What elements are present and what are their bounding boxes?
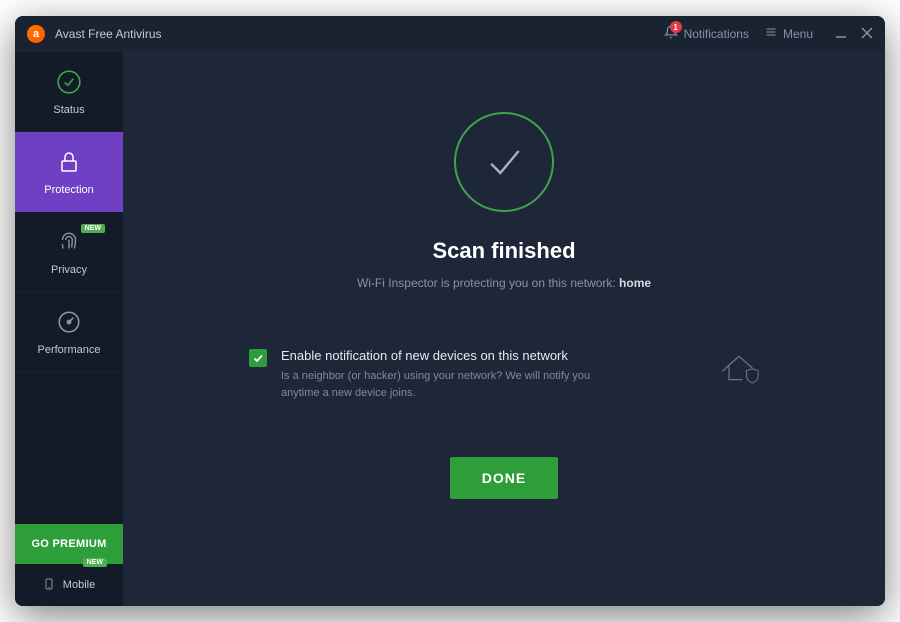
notifications-button[interactable]: 1 Notifications <box>656 21 757 46</box>
titlebar: Avast Free Antivirus 1 Notifications Men… <box>15 16 885 52</box>
sidebar-item-performance[interactable]: Performance <box>15 292 123 372</box>
close-button[interactable] <box>861 26 873 42</box>
fingerprint-icon <box>55 228 83 256</box>
menu-label: Menu <box>783 27 813 41</box>
sidebar-item-protection[interactable]: Protection <box>15 132 123 212</box>
go-premium-button[interactable]: GO PREMIUM <box>15 524 123 564</box>
sidebar-item-label: Privacy <box>51 264 87 276</box>
lock-icon <box>55 148 83 176</box>
network-name: home <box>619 276 651 290</box>
enable-notification-checkbox[interactable] <box>249 349 267 367</box>
notification-title: Enable notification of new devices on th… <box>281 348 705 363</box>
new-badge: NEW <box>81 224 105 233</box>
bell-icon: 1 <box>664 25 678 42</box>
sidebar-item-label: Status <box>53 104 84 116</box>
notification-badge: 1 <box>670 21 682 33</box>
notifications-label: Notifications <box>684 27 749 41</box>
new-badge: NEW <box>83 558 107 567</box>
sidebar-item-label: Protection <box>44 184 94 196</box>
done-button[interactable]: DONE <box>450 457 558 499</box>
gauge-icon <box>55 308 83 336</box>
avast-logo-icon <box>27 25 45 43</box>
notification-option-row: Enable notification of new devices on th… <box>249 348 759 401</box>
mobile-icon <box>43 576 55 595</box>
app-title: Avast Free Antivirus <box>55 27 162 41</box>
hamburger-icon <box>765 26 777 41</box>
page-subtitle: Wi-Fi Inspector is protecting you on thi… <box>357 276 651 290</box>
subtitle-text: Wi-Fi Inspector is protecting you on thi… <box>357 276 619 290</box>
sidebar-item-label: Performance <box>38 344 101 356</box>
check-circle-icon <box>55 68 83 96</box>
sidebar-item-privacy[interactable]: NEW Privacy <box>15 212 123 292</box>
success-check-icon <box>454 112 554 212</box>
sidebar-item-mobile[interactable]: NEW Mobile <box>15 564 123 606</box>
home-shield-icon <box>719 348 759 388</box>
menu-button[interactable]: Menu <box>757 22 821 45</box>
app-window: Avast Free Antivirus 1 Notifications Men… <box>15 16 885 606</box>
minimize-button[interactable] <box>835 26 847 42</box>
sidebar: Status Protection NEW Privacy <box>15 52 123 606</box>
notification-description: Is a neighbor (or hacker) using your net… <box>281 368 621 401</box>
page-heading: Scan finished <box>432 238 575 264</box>
main-content: Scan finished Wi-Fi Inspector is protect… <box>123 52 885 606</box>
sidebar-item-label: Mobile <box>63 579 95 591</box>
sidebar-item-status[interactable]: Status <box>15 52 123 132</box>
